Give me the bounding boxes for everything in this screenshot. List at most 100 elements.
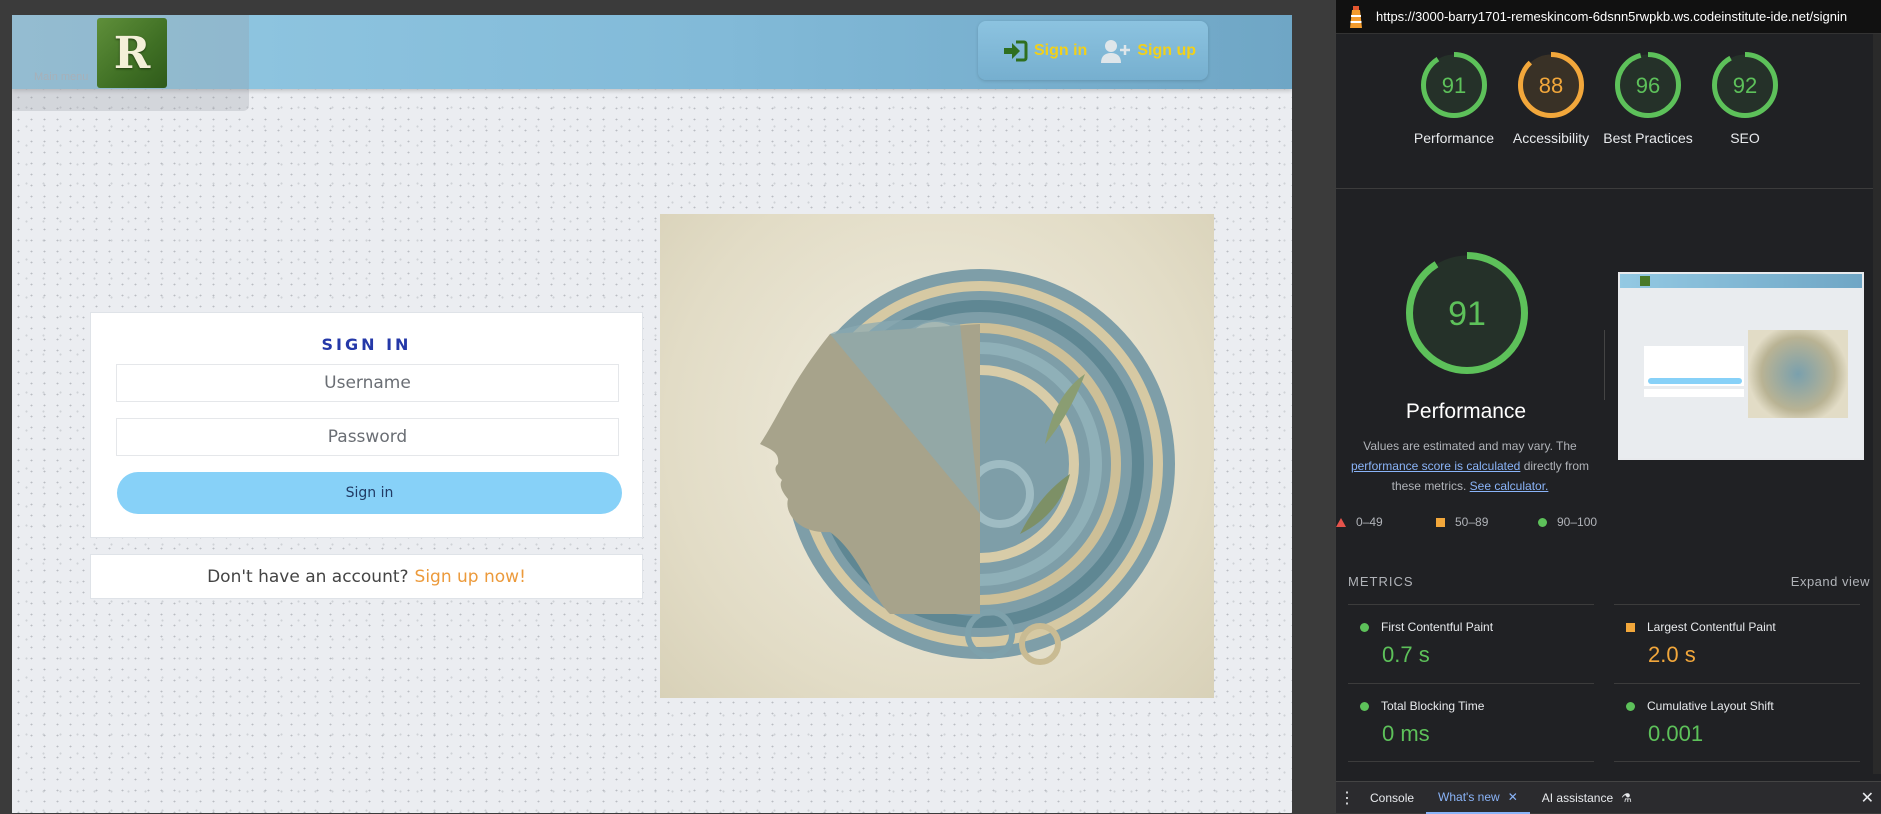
score-ring: 96	[1615, 52, 1681, 118]
logo-letter: R	[113, 27, 151, 79]
password-input[interactable]: Password	[116, 418, 619, 456]
artwork-illustration	[760, 269, 1175, 665]
scrollbar[interactable]	[1873, 34, 1881, 774]
metric-name: Largest Contentful Paint	[1647, 620, 1776, 634]
score-gauge-best-practices[interactable]: 96 Best Practices	[1598, 52, 1698, 148]
metrics-header: METRICS Expand view	[1348, 574, 1870, 589]
score-label: Accessibility	[1512, 130, 1590, 146]
metric-cumulative-layout-shift: Cumulative Layout Shift 0.001	[1626, 699, 1846, 747]
close-tab-icon[interactable]: ✕	[1508, 790, 1518, 804]
main-score-ring: 91	[1406, 252, 1528, 374]
tab-ai-assistance[interactable]: AI assistance ⚗	[1530, 782, 1644, 814]
gauge-score-text: 88	[1539, 73, 1563, 98]
signup-prompt-text: Don't have an account?	[207, 566, 409, 587]
legend-range: 50–89	[1455, 515, 1489, 529]
signin-title: SIGN IN	[321, 335, 412, 354]
metric-divider	[1614, 604, 1860, 605]
signin-button[interactable]: Sign in	[117, 472, 622, 514]
legend-item: 0–49	[1336, 515, 1383, 529]
expand-view-button[interactable]: Expand view	[1791, 574, 1870, 589]
drawer-tab-bar: ⋮ Console What's new ✕ AI assistance ⚗ ✕	[1336, 781, 1881, 814]
lighthouse-icon	[1350, 5, 1362, 28]
tab-whats-new-label: What's new	[1438, 789, 1500, 804]
circle-icon	[1538, 517, 1547, 527]
section-divider	[1336, 188, 1881, 189]
tab-console-label: Console	[1370, 790, 1415, 805]
tab-whats-new[interactable]: What's new ✕	[1426, 782, 1530, 814]
signin-form: SIGN IN Username Password Sign in	[90, 312, 643, 538]
performance-note: Values are estimated and may vary. The p…	[1336, 436, 1604, 496]
devtools-panel: https://3000-barry1701-remeskincom-6dsnn…	[1335, 0, 1881, 814]
metric-name: Total Blocking Time	[1381, 699, 1485, 713]
metric-divider	[1614, 683, 1860, 684]
metric-value: 0.001	[1648, 721, 1704, 746]
nav-signin-link[interactable]: Sign in	[1002, 40, 1087, 62]
hero-artwork-image	[660, 214, 1214, 698]
score-label: SEO	[1730, 130, 1760, 146]
metric-divider	[1348, 604, 1594, 605]
metric-divider	[1348, 761, 1594, 762]
square-icon	[1436, 517, 1445, 527]
score-calc-link[interactable]: performance score is calculated	[1351, 459, 1520, 473]
metric-name-row: Total Blocking Time	[1360, 699, 1580, 713]
legend-item: 90–100	[1538, 515, 1597, 529]
score-gauge-performance[interactable]: 91 Performance	[1404, 52, 1504, 148]
signup-link[interactable]: Sign up now!	[415, 567, 526, 587]
report-url-bar: https://3000-barry1701-remeskincom-6dsnn…	[1336, 0, 1881, 34]
close-drawer-icon[interactable]: ✕	[1861, 788, 1874, 808]
metric-value: 0.7 s	[1382, 642, 1430, 667]
circle-icon	[1360, 622, 1369, 632]
score-ring: 88	[1518, 52, 1584, 118]
score-label: Performance	[1413, 130, 1495, 146]
tab-ai-label: AI assistance	[1541, 790, 1614, 805]
signup-prompt: Don't have an account? Sign up now!	[90, 554, 643, 599]
score-gauge-accessibility[interactable]: 88 Accessibility	[1501, 52, 1601, 148]
username-input[interactable]: Username	[116, 364, 619, 402]
performance-title: Performance	[1405, 400, 1527, 423]
app-viewport: Main menu R Sign in Sign up SIGN IN User…	[12, 15, 1292, 813]
metric-value: 0 ms	[1382, 721, 1430, 746]
tab-console[interactable]: Console	[1358, 782, 1426, 814]
score-ring: 91	[1421, 52, 1487, 118]
metric-divider	[1348, 683, 1594, 684]
see-calculator-link[interactable]: See calculator.	[1470, 479, 1549, 493]
legend-item: 50–89	[1436, 515, 1488, 529]
auth-nav: Sign in Sign up	[978, 21, 1208, 80]
legend-range: 90–100	[1557, 515, 1598, 529]
metric-divider	[1614, 761, 1860, 762]
metric-total-blocking-time: Total Blocking Time 0 ms	[1360, 699, 1580, 747]
metric-value: 2.0 s	[1648, 642, 1696, 667]
more-options-icon[interactable]: ⋮	[1336, 788, 1358, 808]
circle-icon	[1360, 701, 1369, 711]
legend-range: 0–49	[1356, 515, 1383, 529]
main-performance-gauge: 91	[1406, 252, 1528, 379]
metric-name: First Contentful Paint	[1381, 620, 1494, 634]
report-url[interactable]: https://3000-barry1701-remeskincom-6dsnn…	[1376, 9, 1847, 24]
metric-name-row: Cumulative Layout Shift	[1626, 699, 1846, 713]
flask-icon: ⚗	[1621, 790, 1632, 805]
add-user-icon	[1101, 39, 1131, 63]
vertical-separator	[1604, 330, 1605, 400]
nav-signin-label: Sign in	[1034, 41, 1088, 59]
nav-signup-link[interactable]: Sign up	[1101, 39, 1196, 63]
page-screenshot-thumbnail[interactable]	[1618, 272, 1864, 460]
site-logo[interactable]: R	[97, 18, 167, 88]
gauge-score-text: 91	[1448, 295, 1486, 333]
signin-icon	[1004, 40, 1028, 61]
note-text-1: Values are estimated and may vary. The	[1363, 439, 1577, 453]
circle-icon	[1626, 701, 1635, 711]
square-icon	[1626, 622, 1635, 632]
gauge-score-text: 96	[1636, 73, 1660, 98]
gauge-score-text: 92	[1733, 73, 1757, 98]
score-label: Best Practices	[1603, 130, 1693, 146]
metric-largest-contentful-paint: Largest Contentful Paint 2.0 s	[1626, 620, 1846, 668]
nav-signup-label: Sign up	[1137, 41, 1196, 59]
metric-name: Cumulative Layout Shift	[1647, 699, 1774, 713]
metric-name-row: First Contentful Paint	[1360, 620, 1580, 634]
metric-first-contentful-paint: First Contentful Paint 0.7 s	[1360, 620, 1580, 668]
score-ring: 92	[1712, 52, 1778, 118]
gauge-score-text: 91	[1442, 73, 1466, 98]
score-gauge-seo[interactable]: 92 SEO	[1695, 52, 1795, 148]
metric-name-row: Largest Contentful Paint	[1626, 620, 1846, 634]
logo-caption: Main menu	[34, 71, 89, 83]
